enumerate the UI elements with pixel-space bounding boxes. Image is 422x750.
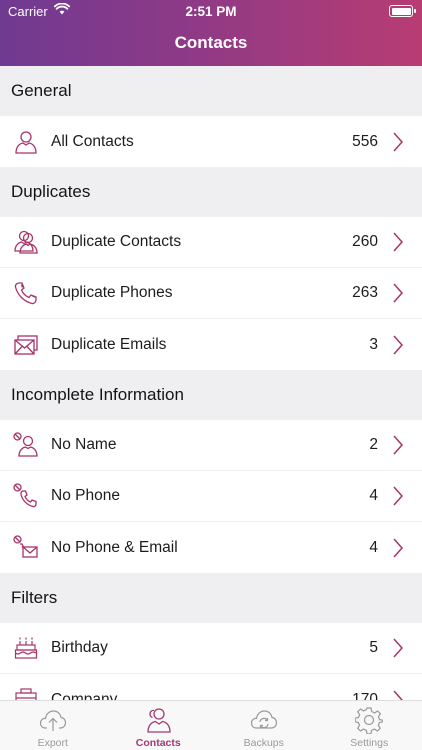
page-title: Contacts: [174, 33, 248, 52]
row-label: Duplicate Emails: [51, 335, 167, 353]
row-count: 5: [369, 639, 378, 656]
row-no-phone[interactable]: No Phone 4: [0, 471, 422, 522]
row-count: 4: [369, 487, 378, 504]
chevron-right-icon: [392, 132, 406, 152]
tab-export[interactable]: Export: [0, 701, 106, 750]
chevron-right-icon: [392, 435, 406, 455]
clock: 2:51 PM: [185, 4, 237, 19]
row-label: Duplicate Contacts: [51, 233, 182, 250]
row-no-phone-email[interactable]: No Phone & Email 4: [0, 522, 422, 573]
row-label: Duplicate Phones: [51, 284, 173, 301]
section-header: General: [0, 66, 422, 116]
cloud-upload-icon: [39, 706, 67, 734]
section-header: Filters: [0, 573, 422, 623]
chevron-right-icon: [392, 283, 406, 303]
section-duplicates: Duplicates Duplicate Contacts 260 Duplic…: [0, 167, 422, 370]
battery-icon: [389, 5, 416, 17]
row-count: 260: [352, 233, 378, 250]
row-duplicate-contacts[interactable]: Duplicate Contacts 260: [0, 217, 422, 268]
status-bar: Carrier 2:51 PM: [0, 0, 422, 22]
row-count: 170: [352, 690, 378, 701]
chevron-right-icon: [392, 690, 406, 700]
nav-header: Carrier 2:51 PM Contacts: [0, 0, 422, 66]
two-persons-icon: [12, 228, 40, 256]
tab-label: Settings: [350, 737, 389, 749]
row-label: All Contacts: [51, 132, 134, 150]
person-icon: [12, 128, 40, 156]
tab-contacts[interactable]: Contacts: [106, 701, 212, 750]
phone-icon: [12, 279, 40, 307]
section-header: Incomplete Information: [0, 370, 422, 420]
section-header: Duplicates: [0, 167, 422, 217]
gear-icon: [355, 706, 384, 734]
chevron-right-icon: [392, 232, 406, 252]
section-general: General All Contacts 556: [0, 66, 422, 167]
no-name-icon: [12, 431, 40, 459]
tab-label: Export: [37, 737, 68, 749]
envelopes-icon: [12, 331, 40, 359]
section-incomplete: Incomplete Information No Name 2 No Phon…: [0, 370, 422, 573]
tab-settings[interactable]: Settings: [317, 701, 422, 750]
row-duplicate-emails[interactable]: Duplicate Emails 3: [0, 319, 422, 370]
tab-label: Contacts: [135, 737, 181, 749]
row-count: 3: [369, 335, 378, 353]
tab-backups[interactable]: Backups: [211, 701, 317, 750]
row-label: Company: [51, 690, 118, 701]
row-label: No Phone & Email: [51, 538, 178, 556]
contacts-icon: [144, 706, 172, 734]
row-no-name[interactable]: No Name 2: [0, 420, 422, 471]
row-count: 556: [352, 132, 378, 150]
no-phone-email-icon: [12, 534, 40, 562]
tab-bar: Export Contacts Backups Settings: [0, 700, 422, 750]
row-company[interactable]: Company 170: [0, 674, 422, 700]
row-label: Birthday: [51, 639, 108, 656]
row-all-contacts[interactable]: All Contacts 556: [0, 116, 422, 167]
row-count: 2: [369, 436, 378, 453]
row-duplicate-phones[interactable]: Duplicate Phones 263: [0, 268, 422, 319]
birthday-cake-icon: [12, 634, 40, 662]
chevron-right-icon: [392, 638, 406, 658]
chevron-right-icon: [392, 538, 406, 558]
no-phone-icon: [12, 482, 40, 510]
chevron-right-icon: [392, 486, 406, 506]
row-label: No Phone: [51, 487, 120, 504]
row-count: 4: [369, 538, 378, 556]
company-icon: [12, 686, 40, 700]
row-label: No Name: [51, 436, 117, 453]
tab-label: Backups: [243, 737, 284, 749]
row-birthday[interactable]: Birthday 5: [0, 623, 422, 674]
cloud-sync-icon: [250, 706, 278, 734]
row-count: 263: [352, 284, 378, 301]
chevron-right-icon: [392, 335, 406, 355]
section-filters: Filters Birthday 5 Company 170: [0, 573, 422, 700]
contacts-list[interactable]: General All Contacts 556 Duplicates Dupl…: [0, 66, 422, 700]
